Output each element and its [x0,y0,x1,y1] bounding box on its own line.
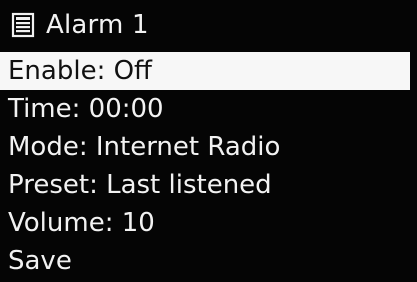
menu-item-preset[interactable]: Preset: Last listened [0,166,417,204]
menu-item-enable[interactable]: Enable: Off [0,52,410,90]
menu-item-volume[interactable]: Volume: 10 [0,204,417,242]
title-bar: Alarm 1 [0,4,417,46]
list-icon [11,12,35,38]
menu-item-mode[interactable]: Mode: Internet Radio [0,128,417,166]
alarm-menu: Enable: Off Time: 00:00 Mode: Internet R… [0,52,417,280]
alarm-settings-screen: Alarm 1 Enable: Off Time: 00:00 Mode: In… [0,0,417,282]
menu-item-time[interactable]: Time: 00:00 [0,90,417,128]
menu-item-save[interactable]: Save [0,242,417,280]
page-title: Alarm 1 [46,10,149,40]
